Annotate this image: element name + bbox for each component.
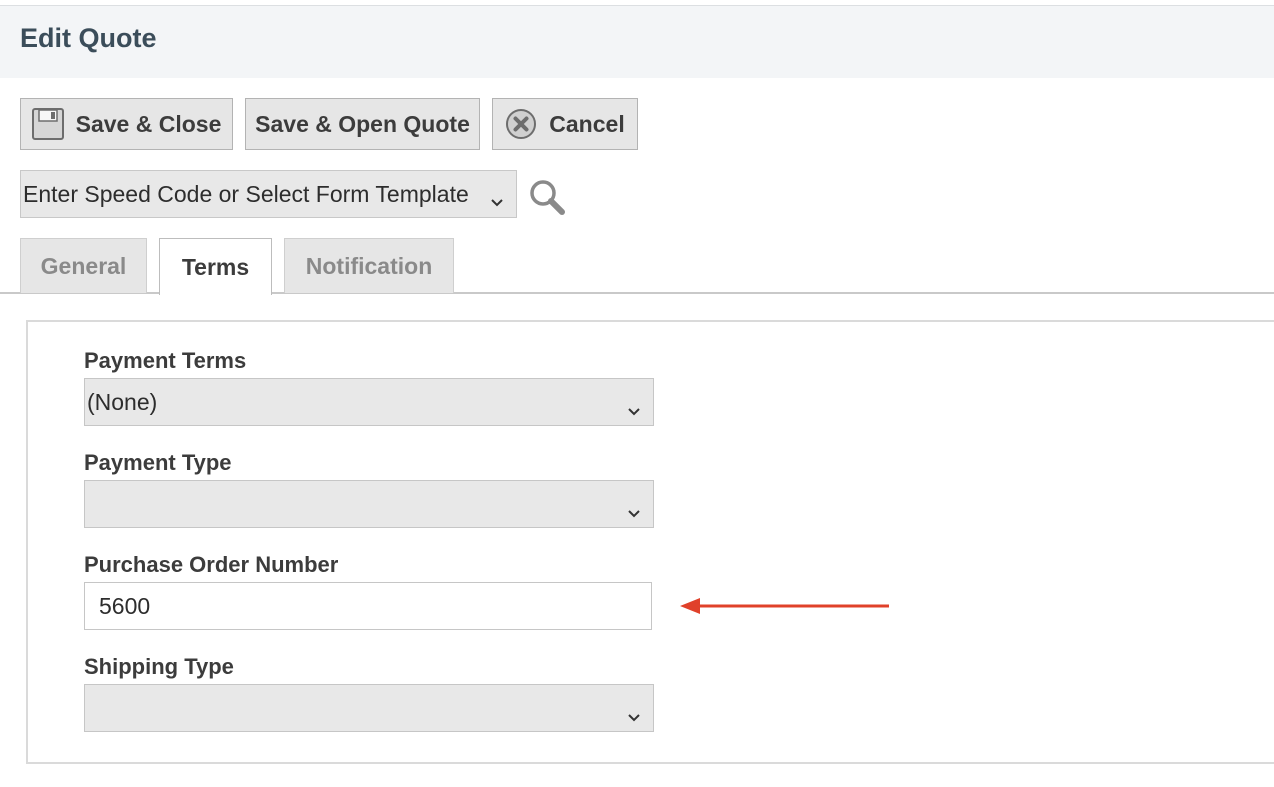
shipping-type-select[interactable] xyxy=(84,684,654,732)
cancel-label: Cancel xyxy=(549,110,625,137)
chevron-down-icon xyxy=(627,396,641,423)
save-open-quote-button[interactable]: Save & Open Quote xyxy=(245,98,480,150)
page-title: Edit Quote xyxy=(20,23,157,53)
save-open-quote-label: Save & Open Quote xyxy=(255,110,470,137)
speed-code-select[interactable]: Enter Speed Code or Select Form Template xyxy=(20,170,517,218)
payment-terms-select[interactable]: (None) xyxy=(84,378,654,426)
po-number-field[interactable]: 5600 xyxy=(84,582,652,630)
po-number-label: Purchase Order Number xyxy=(84,552,339,577)
payment-terms-value: (None) xyxy=(87,388,158,415)
payment-type-select[interactable] xyxy=(84,480,654,528)
cancel-button[interactable]: Cancel xyxy=(492,98,638,150)
chevron-down-icon xyxy=(627,498,641,525)
save-close-label: Save & Close xyxy=(75,110,222,137)
tab-terms[interactable]: Terms xyxy=(159,238,272,295)
shipping-type-label: Shipping Type xyxy=(84,654,234,679)
tab-label: General xyxy=(40,252,127,279)
po-number-value: 5600 xyxy=(99,592,151,619)
save-close-button[interactable]: Save & Close xyxy=(20,98,233,150)
tab-notification[interactable]: Notification xyxy=(284,238,454,293)
tab-label: Notification xyxy=(305,252,433,279)
tab-label: Terms xyxy=(181,253,250,280)
cancel-circle-icon xyxy=(505,108,537,140)
search-icon[interactable] xyxy=(528,178,566,221)
chevron-down-icon xyxy=(490,187,504,214)
page-header: Edit Quote xyxy=(0,6,1274,78)
payment-terms-label: Payment Terms xyxy=(84,348,247,373)
annotation-arrow xyxy=(678,594,892,623)
floppy-disk-icon xyxy=(31,108,64,140)
speed-code-value: Enter Speed Code or Select Form Template xyxy=(23,180,469,207)
chevron-down-icon xyxy=(627,702,641,729)
payment-type-label: Payment Type xyxy=(84,450,232,475)
tab-general[interactable]: General xyxy=(20,238,147,293)
